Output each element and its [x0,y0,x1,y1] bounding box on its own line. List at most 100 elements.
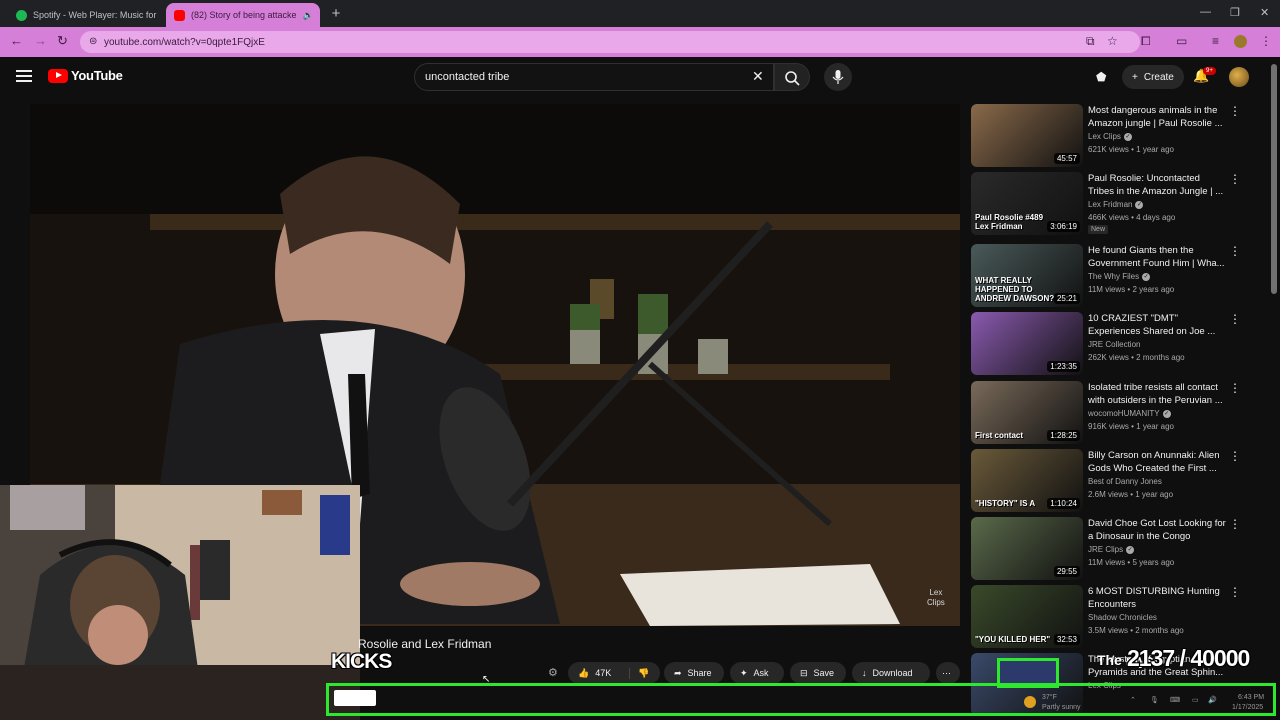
recommended-video[interactable]: WHAT REALLY HAPPENED TO ANDREW DAWSON? 25… [971,244,1261,308]
video-title[interactable]: 10 CRAZIEST "DMT" Experiences Shared on … [1088,312,1228,338]
clear-search-icon[interactable]: ✕ [752,68,764,85]
close-window-icon[interactable]: ✕ [1260,6,1269,19]
video-title[interactable]: David Choe Got Lost Looking for a Dinosa… [1088,517,1228,543]
recommended-video[interactable]: First contact 1:28:25 Isolated tribe resis… [971,381,1261,445]
video-title[interactable]: Most dangerous animals in the Amazon jun… [1088,104,1228,130]
scrollbar[interactable] [1271,64,1277,294]
search-input[interactable]: uncontacted tribe [414,63,774,91]
minimize-icon[interactable]: — [1200,6,1211,18]
speaker-icon[interactable]: 🔈 [303,10,314,21]
youtube-logo[interactable]: YouTube [48,68,123,83]
bookmark-star-icon[interactable]: ☆ [1107,34,1118,48]
thumbs-up-icon[interactable]: 👍 [578,668,589,679]
channel-name[interactable]: Best of Danny Jones [1088,477,1162,486]
recommended-video[interactable]: Paul Rosolie #489 Lex Fridman 3:06:19 Paul… [971,172,1261,236]
recommended-video[interactable]: 29:55 David Choe Got Lost Looking for a D… [971,517,1261,581]
tab-youtube[interactable]: (82) Story of being attacke 🔈 ✕ [166,3,320,27]
recommended-video[interactable]: 45:57 Most dangerous animals in the Amazo… [971,104,1261,168]
create-button[interactable]: + Create [1122,65,1184,89]
recommended-video[interactable]: "HISTORY" IS A 1:10:24 Billy Carson on Anu… [971,449,1261,513]
video-meta: 3.5M views • 2 months ago [1088,626,1184,635]
video-meta: 11M views • 5 years ago [1088,558,1175,567]
more-options-icon[interactable]: ⋮ [1229,381,1241,395]
reload-icon[interactable]: ↻ [57,33,68,49]
tab-spotify[interactable]: Spotify - Web Player: Music for ✕ [8,3,162,27]
channel-name[interactable]: JRE Collection [1088,340,1140,349]
search-button[interactable] [774,63,810,91]
watermark-line2: Clips [927,598,945,607]
weather-icon [1024,696,1036,708]
video-thumbnail[interactable]: 1:23:35 [971,312,1083,375]
extensions-icon[interactable]: ⧠ [1141,34,1151,49]
hamburger-menu-icon[interactable] [16,70,32,82]
more-options-icon[interactable]: ⋮ [1229,449,1241,463]
recommended-video[interactable]: "YOU KILLED HER" 32:53 6 MOST DISTURBING H… [971,585,1261,649]
plus-icon: + [1132,71,1138,83]
more-actions-button[interactable]: ⋯ [936,662,960,684]
channel-avatar-icon[interactable]: ⚙ [548,666,558,679]
network-icon[interactable]: ▭ [1192,696,1199,704]
back-icon[interactable]: ← [10,33,23,48]
browser-menu-icon[interactable]: ⋮ [1260,34,1272,48]
share-button[interactable]: ➦ Share [664,662,724,684]
account-avatar[interactable] [1229,67,1249,87]
channel-name[interactable]: wocomoHUMANITY [1088,409,1160,418]
install-app-icon[interactable]: ⧉ [1086,34,1095,49]
forward-icon[interactable]: → [34,33,47,48]
channel-name-row: wocomoHUMANITY ✓ [1088,409,1171,418]
video-thumbnail[interactable]: 29:55 [971,517,1083,580]
video-title[interactable]: Isolated tribe resists all contact with … [1088,381,1228,407]
more-options-icon[interactable]: ⋮ [1229,517,1241,531]
channel-name[interactable]: Lex Clips [1088,132,1121,141]
voice-search-button[interactable] [824,63,852,91]
more-options-icon[interactable]: ⋮ [1229,585,1241,599]
like-count[interactable]: 47K [595,668,611,678]
video-thumbnail[interactable]: "HISTORY" IS A 1:10:24 [971,449,1083,512]
video-thumbnail[interactable]: "YOU KILLED HER" 32:53 [971,585,1083,648]
video-thumbnail[interactable]: WHAT REALLY HAPPENED TO ANDREW DAWSON? 25… [971,244,1083,307]
more-options-icon[interactable]: ⋮ [1229,172,1241,186]
logo-text: YouTube [71,68,123,83]
chat-input[interactable] [334,690,376,706]
channel-name[interactable]: Shadow Chronicles [1088,613,1157,622]
channel-name[interactable]: JRE Clips [1088,545,1123,554]
video-title[interactable]: 6 MOST DISTURBING Hunting Encounters [1088,585,1228,611]
keyboard-tray-icon[interactable]: ⌨ [1170,696,1180,704]
channel-name[interactable]: Lex Fridman [1088,200,1132,209]
recommended-video[interactable]: 1:23:35 10 CRAZIEST "DMT" Experiences Sha… [971,312,1261,376]
volume-icon[interactable]: 🔊 [1208,696,1217,704]
channel-name[interactable]: The Why Files [1088,272,1139,281]
video-meta: 466K views • 4 days ago [1088,213,1176,222]
save-button[interactable]: ⊟ Save [790,662,846,684]
video-title[interactable]: Paul Rosolie: Uncontacted Tribes in the … [1088,172,1228,198]
more-options-icon[interactable]: ⋮ [1229,312,1241,326]
cast-icon[interactable]: ⬟ [1096,70,1106,84]
duration-badge: 25:21 [1053,293,1080,304]
profile-avatar-icon[interactable] [1234,35,1247,48]
more-options-icon[interactable]: ⋮ [1229,244,1241,258]
video-thumbnail[interactable]: 45:57 [971,104,1083,167]
sparkle-icon: ✦ [740,667,748,678]
video-meta: 11M views • 2 years ago [1088,285,1175,294]
ask-button[interactable]: ✦ Ask [730,662,784,684]
media-control-icon[interactable]: ≡ [1212,34,1219,48]
reading-list-icon[interactable]: ▭ [1176,34,1187,48]
url-bar[interactable]: youtube.com/watch?v=0qpte1FQjxE [80,31,1140,53]
video-title[interactable]: He found Giants then the Government Foun… [1088,244,1228,270]
video-thumbnail[interactable]: First contact 1:28:25 [971,381,1083,444]
thumbnail-text: WHAT REALLY HAPPENED TO ANDREW DAWSON? [975,276,1055,303]
chevron-up-icon[interactable]: ⌃ [1130,696,1136,704]
download-label: Download [872,668,913,678]
site-info-icon[interactable]: ⊜ [89,36,97,47]
verified-check-icon: ✓ [1135,200,1144,209]
restore-icon[interactable]: ❐ [1230,6,1240,19]
tab-label: Spotify - Web Player: Music for [33,10,157,20]
download-button[interactable]: ↓ Download [852,662,930,684]
mic-tray-icon[interactable]: 🎙 [1150,696,1159,704]
thumbs-down-icon[interactable]: 👎 [629,667,649,679]
webcam-frame [0,485,360,720]
video-thumbnail[interactable]: Paul Rosolie #489 Lex Fridman 3:06:19 [971,172,1083,235]
new-tab-button[interactable]: + [327,5,345,23]
more-options-icon[interactable]: ⋮ [1229,104,1241,118]
video-title[interactable]: Billy Carson on Anunnaki: Alien Gods Who… [1088,449,1228,475]
